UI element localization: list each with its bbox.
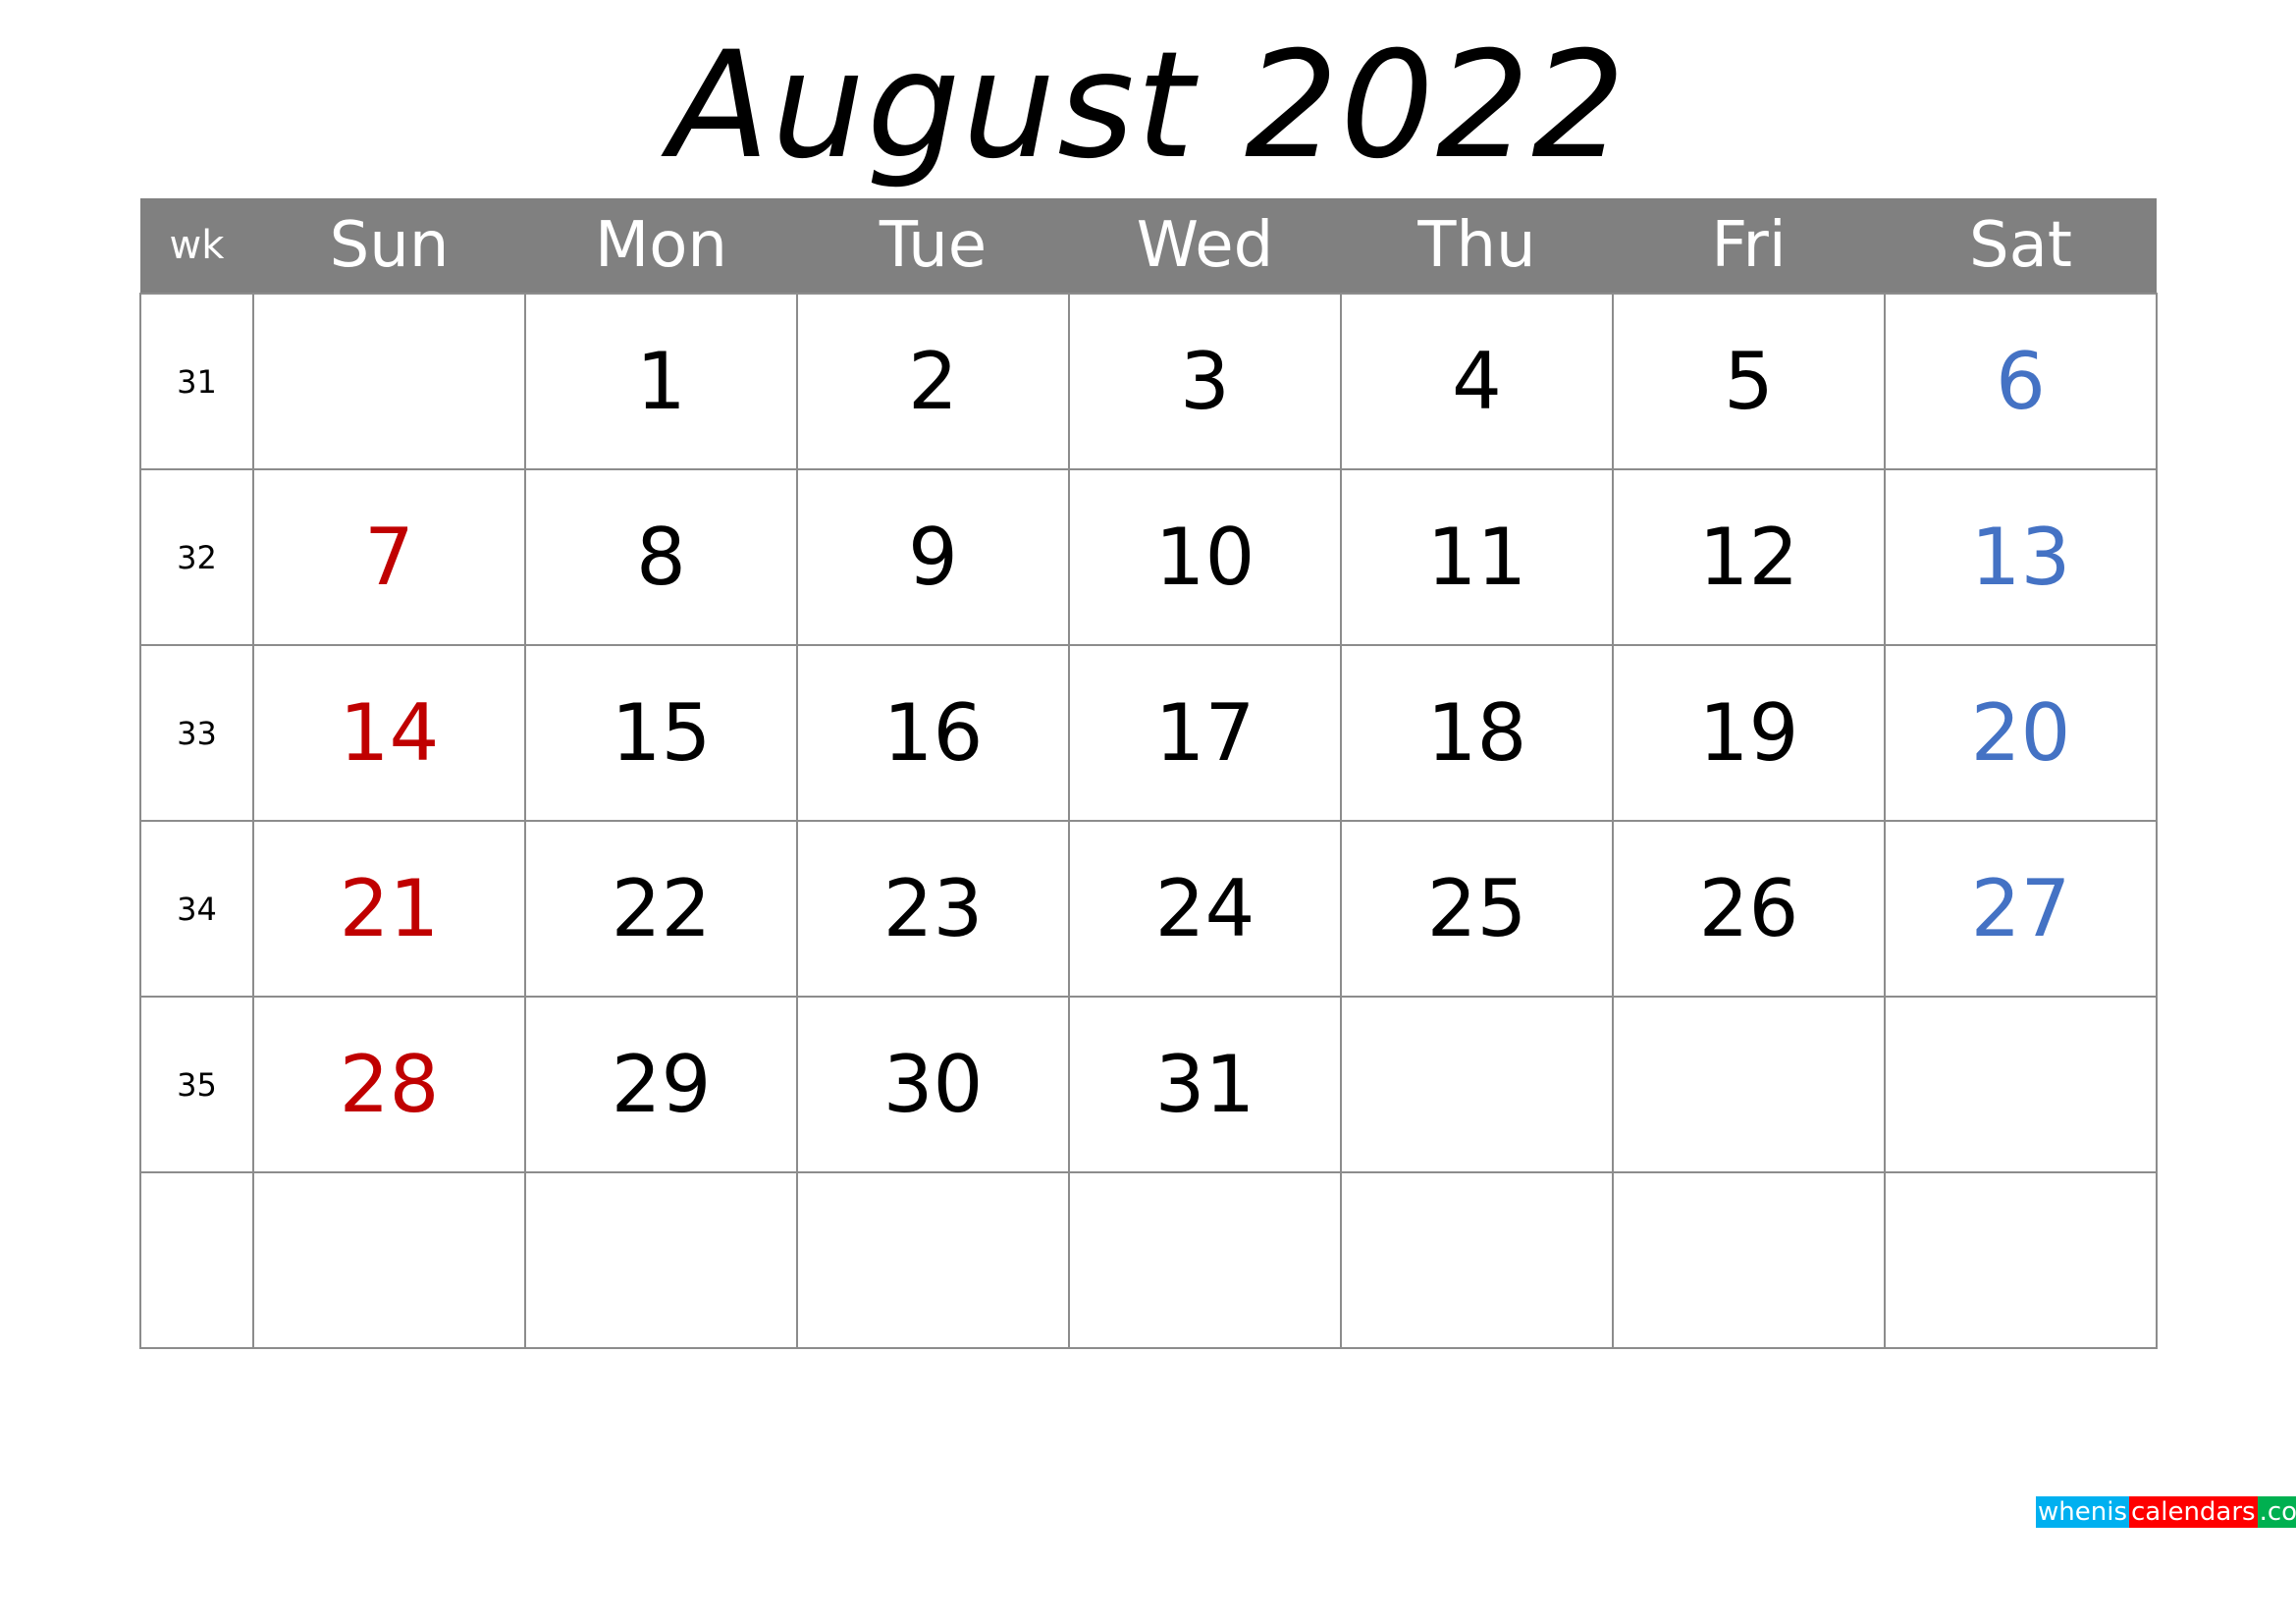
site-logo[interactable]: whenis calendars .com [2036, 1496, 2296, 1530]
day-cell: 29 [524, 996, 798, 1173]
day-cell: 14 [252, 644, 526, 822]
week-number [139, 1171, 254, 1349]
day-header-mon: Mon [525, 198, 797, 294]
week-number: 35 [139, 996, 254, 1173]
day-cell: 18 [1340, 644, 1614, 822]
day-cell: 7 [252, 468, 526, 646]
week-row: 33 14 15 16 17 18 19 20 [139, 644, 2158, 822]
week-number-header: wk [140, 198, 253, 294]
day-cell: 16 [796, 644, 1070, 822]
day-cell: 25 [1340, 820, 1614, 998]
empty-day-cell [252, 293, 526, 470]
calendar-title: August 2022 [668, 21, 1628, 191]
empty-day-cell [1884, 996, 2158, 1173]
day-cell: 20 [1884, 644, 2158, 822]
day-cell: 28 [252, 996, 526, 1173]
day-header-thu: Thu [1341, 198, 1613, 294]
week-row: 35 28 29 30 31 [139, 996, 2158, 1173]
empty-day-cell [524, 1171, 798, 1349]
week-number: 31 [139, 293, 254, 470]
day-cell: 26 [1612, 820, 1886, 998]
empty-day-cell [1612, 1171, 1886, 1349]
logo-part-calendars: calendars [2129, 1496, 2258, 1528]
day-cell: 10 [1068, 468, 1342, 646]
day-cell: 5 [1612, 293, 1886, 470]
week-number: 33 [139, 644, 254, 822]
empty-day-cell [252, 1171, 526, 1349]
day-cell: 22 [524, 820, 798, 998]
day-header-tue: Tue [797, 198, 1069, 294]
empty-day-cell [1068, 1171, 1342, 1349]
empty-day-cell [1340, 1171, 1614, 1349]
day-cell: 15 [524, 644, 798, 822]
logo-part-com: .com [2257, 1496, 2296, 1528]
day-cell: 17 [1068, 644, 1342, 822]
day-cell: 21 [252, 820, 526, 998]
empty-day-cell [1340, 996, 1614, 1173]
day-cell: 12 [1612, 468, 1886, 646]
empty-day-cell [1884, 1171, 2158, 1349]
day-cell: 13 [1884, 468, 2158, 646]
day-cell: 27 [1884, 820, 2158, 998]
day-cell: 23 [796, 820, 1070, 998]
day-cell: 4 [1340, 293, 1614, 470]
week-row [139, 1171, 2158, 1349]
day-cell: 24 [1068, 820, 1342, 998]
logo-part-whenis: whenis [2036, 1496, 2129, 1528]
week-number: 34 [139, 820, 254, 998]
day-cell: 31 [1068, 996, 1342, 1173]
empty-day-cell [796, 1171, 1070, 1349]
day-header-fri: Fri [1613, 198, 1885, 294]
week-row: 31 1 2 3 4 5 6 [139, 293, 2158, 470]
empty-day-cell [1612, 996, 1886, 1173]
day-cell: 8 [524, 468, 798, 646]
day-header-sat: Sat [1885, 198, 2157, 294]
week-number: 32 [139, 468, 254, 646]
day-cell: 19 [1612, 644, 1886, 822]
calendar-grid: wk Sun Mon Tue Wed Thu Fri Sat 31 1 2 3 4 5 6 3… [139, 198, 2158, 1349]
day-cell: 2 [796, 293, 1070, 470]
day-cell: 30 [796, 996, 1070, 1173]
day-cell: 1 [524, 293, 798, 470]
week-row: 32 7 8 9 10 11 12 13 [139, 468, 2158, 646]
day-cell: 9 [796, 468, 1070, 646]
day-cell: 6 [1884, 293, 2158, 470]
day-header-sun: Sun [253, 198, 525, 294]
day-header-wed: Wed [1069, 198, 1341, 294]
day-cell: 11 [1340, 468, 1614, 646]
weekday-header-row: wk Sun Mon Tue Wed Thu Fri Sat [140, 198, 2157, 294]
week-row: 34 21 22 23 24 25 26 27 [139, 820, 2158, 998]
day-cell: 3 [1068, 293, 1342, 470]
